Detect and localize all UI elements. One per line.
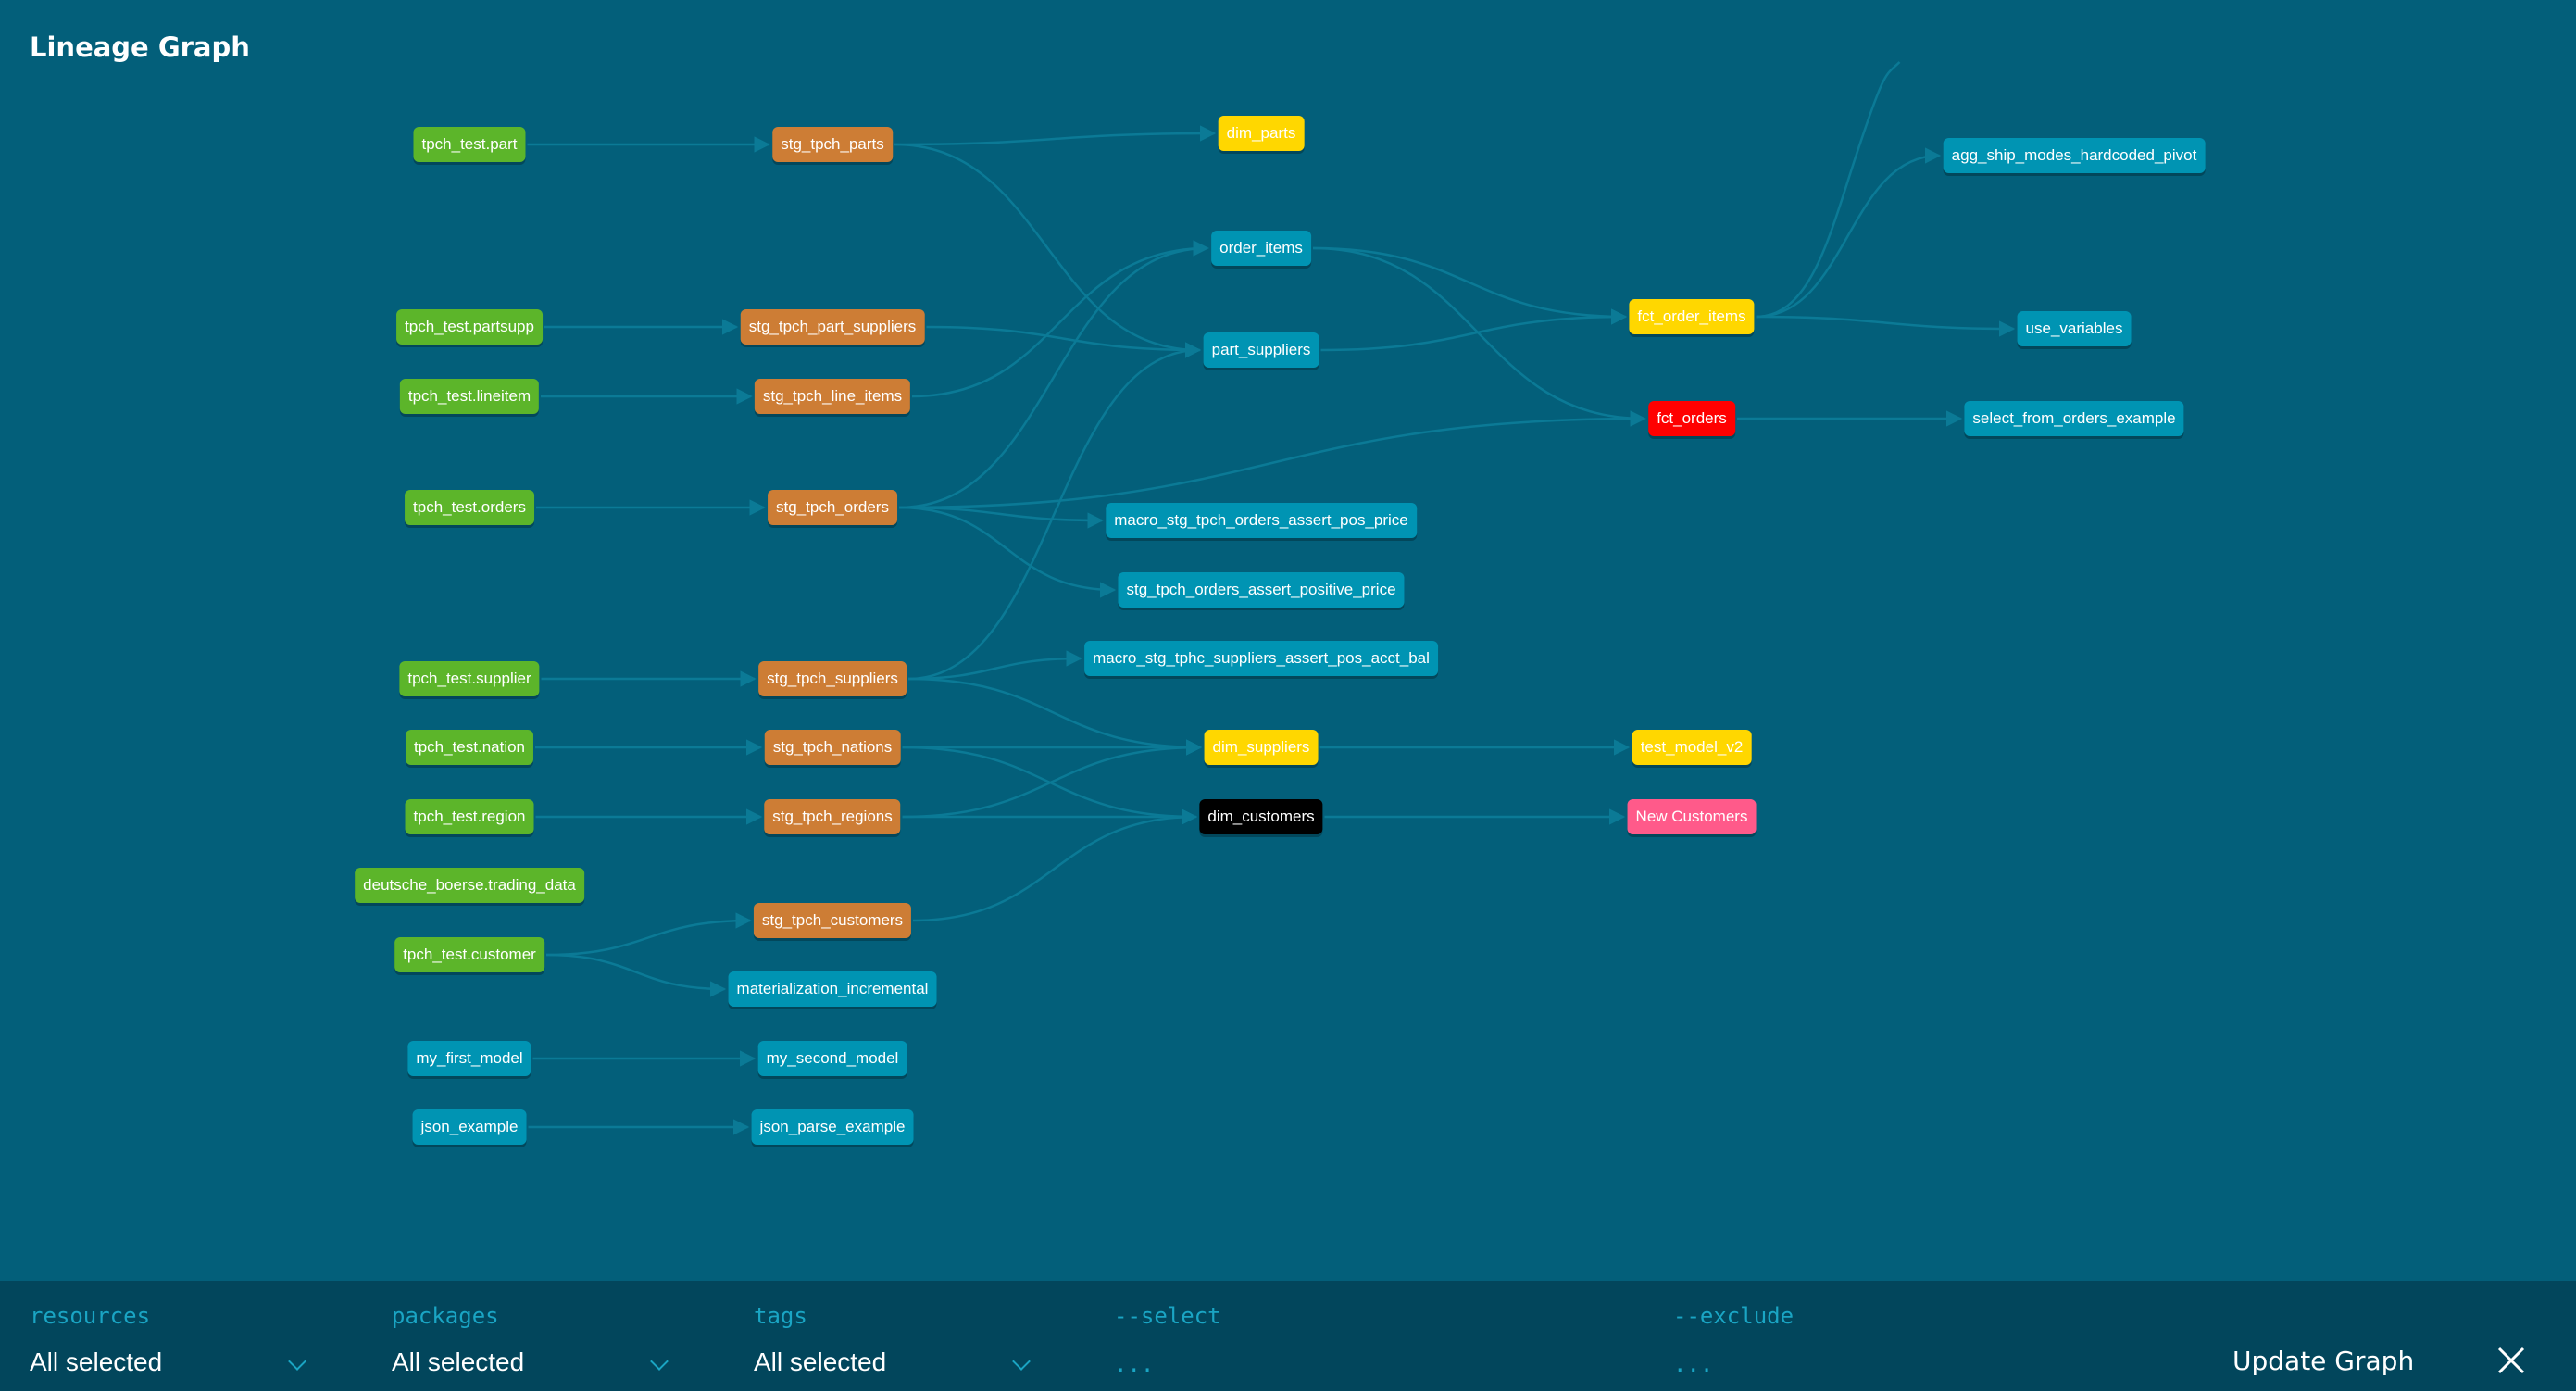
graph-filter-toolbar: resources All selected packages All sele… <box>0 1281 2576 1391</box>
graph-node-agg-ship-modes-hardcoded-pivot[interactable]: agg_ship_modes_hardcoded_pivot <box>1943 138 2206 173</box>
chevron-down-icon[interactable] <box>650 1352 669 1371</box>
close-button[interactable] <box>2496 1346 2526 1375</box>
select-input[interactable]: ... <box>1114 1351 1154 1377</box>
graph-node-stg-tpch-nations[interactable]: stg_tpch_nations <box>764 730 901 765</box>
graph-node-dim-suppliers[interactable]: dim_suppliers <box>1204 730 1319 765</box>
edge-stg-tpch-suppliers-to-dim-suppliers <box>907 677 1203 756</box>
graph-node-tpch-test-nation[interactable]: tpch_test.nation <box>405 730 534 765</box>
close-icon <box>2497 1347 2525 1374</box>
graph-node-fct-orders[interactable]: fct_orders <box>1648 401 1735 436</box>
graph-node-fct-order-items[interactable]: fct_order_items <box>1629 299 1755 334</box>
graph-node-part-suppliers[interactable]: part_suppliers <box>1203 332 1319 368</box>
graph-node-stg-tpch-orders[interactable]: stg_tpch_orders <box>768 490 897 525</box>
graph-node-dim-parts[interactable]: dim_parts <box>1218 116 1305 151</box>
graph-node-tpch-test-region[interactable]: tpch_test.region <box>405 799 534 834</box>
resources-label: resources <box>30 1303 151 1329</box>
chevron-down-icon[interactable] <box>1012 1352 1031 1371</box>
edge-stg-tpch-line-items-to-order-items <box>911 240 1209 398</box>
edge-stg-tpch-parts-to-part-suppliers <box>894 143 1202 358</box>
graph-node-test-model-v2[interactable]: test_model_v2 <box>1632 730 1752 765</box>
packages-select[interactable]: All selected <box>392 1347 524 1377</box>
tags-label: tags <box>754 1303 807 1329</box>
graph-node-tpch-test-partsupp[interactable]: tpch_test.partsupp <box>396 309 543 345</box>
packages-label: packages <box>392 1303 499 1329</box>
graph-node-tpch-test-orders[interactable]: tpch_test.orders <box>405 490 534 525</box>
edge-fct-order-items-to-use-variables <box>1756 315 2016 337</box>
graph-node-stg-tpch-orders-assert-positive-price[interactable]: stg_tpch_orders_assert_positive_price <box>1118 572 1405 608</box>
graph-node-my-second-model[interactable]: my_second_model <box>757 1041 907 1076</box>
edge-stg-tpch-parts-to-dim-parts <box>894 125 1217 146</box>
edge-order-items-to-fct-order-items <box>1312 246 1628 325</box>
graph-node-json-parse-example[interactable]: json_parse_example <box>751 1109 914 1145</box>
graph-node-materialization-incremental[interactable]: materialization_incremental <box>728 971 937 1007</box>
update-graph-button[interactable]: Update Graph <box>2232 1346 2414 1376</box>
graph-node-dim-customers[interactable]: dim_customers <box>1199 799 1323 834</box>
edge-stg-tpch-orders-to-order-items <box>898 240 1209 509</box>
graph-node-macro-stg-tpch-orders-assert-pos-price[interactable]: macro_stg_tpch_orders_assert_pos_price <box>1106 503 1417 538</box>
select-label: --select <box>1114 1303 1221 1329</box>
chevron-down-icon[interactable] <box>288 1352 306 1371</box>
edge-order-items-to-fct-orders <box>1312 246 1646 427</box>
edge-tpch-test-customer-to-stg-tpch-customers <box>545 912 752 957</box>
tags-select[interactable]: All selected <box>754 1347 886 1377</box>
edge-part-suppliers-to-fct-order-items <box>1320 308 1628 352</box>
graph-node-stg-tpch-suppliers[interactable]: stg_tpch_suppliers <box>758 661 907 696</box>
graph-node-json-example[interactable]: json_example <box>412 1109 527 1145</box>
graph-node-tpch-test-lineitem[interactable]: tpch_test.lineitem <box>399 379 540 414</box>
graph-node-select-from-orders-example[interactable]: select_from_orders_example <box>1964 401 2184 436</box>
graph-node-tpch-test-customer[interactable]: tpch_test.customer <box>394 937 544 972</box>
graph-node-my-first-model[interactable]: my_first_model <box>407 1041 531 1076</box>
exclude-input[interactable]: ... <box>1673 1351 1713 1377</box>
graph-node-deutsche-boerse-trading-data[interactable]: deutsche_boerse.trading_data <box>355 868 584 903</box>
edge-stg-tpch-customers-to-dim-customers <box>912 808 1198 922</box>
graph-node-macro-stg-tphc-suppliers-assert-pos-acct-bal[interactable]: macro_stg_tphc_suppliers_assert_pos_acct… <box>1084 641 1438 676</box>
graph-node-tpch-test-supplier[interactable]: tpch_test.supplier <box>399 661 540 696</box>
graph-node-stg-tpch-line-items[interactable]: stg_tpch_line_items <box>754 379 911 414</box>
graph-node-new-customers[interactable]: New Customers <box>1627 799 1757 834</box>
edge-tpch-test-customer-to-materialization-incremental <box>545 953 727 997</box>
graph-node-stg-tpch-parts[interactable]: stg_tpch_parts <box>772 127 893 162</box>
exclude-label: --exclude <box>1673 1303 1794 1329</box>
graph-node-stg-tpch-part-suppliers[interactable]: stg_tpch_part_suppliers <box>740 309 925 345</box>
graph-node-order-items[interactable]: order_items <box>1211 231 1311 266</box>
edge-stg-tpch-part-suppliers-to-part-suppliers <box>926 325 1202 358</box>
graph-node-stg-tpch-regions[interactable]: stg_tpch_regions <box>764 799 901 834</box>
graph-node-use-variables[interactable]: use_variables <box>2017 311 2132 346</box>
graph-node-tpch-test-part[interactable]: tpch_test.part <box>413 127 526 162</box>
edge-stg-tpch-regions-to-dim-suppliers <box>902 739 1203 819</box>
graph-node-stg-tpch-customers[interactable]: stg_tpch_customers <box>753 903 912 938</box>
resources-select[interactable]: All selected <box>30 1347 162 1377</box>
edge-stg-tpch-orders-to-fct-orders <box>898 410 1646 509</box>
lineage-graph-canvas[interactable]: tpch_test.part stg_tpch_parts dim_partsord… <box>0 0 2576 1281</box>
